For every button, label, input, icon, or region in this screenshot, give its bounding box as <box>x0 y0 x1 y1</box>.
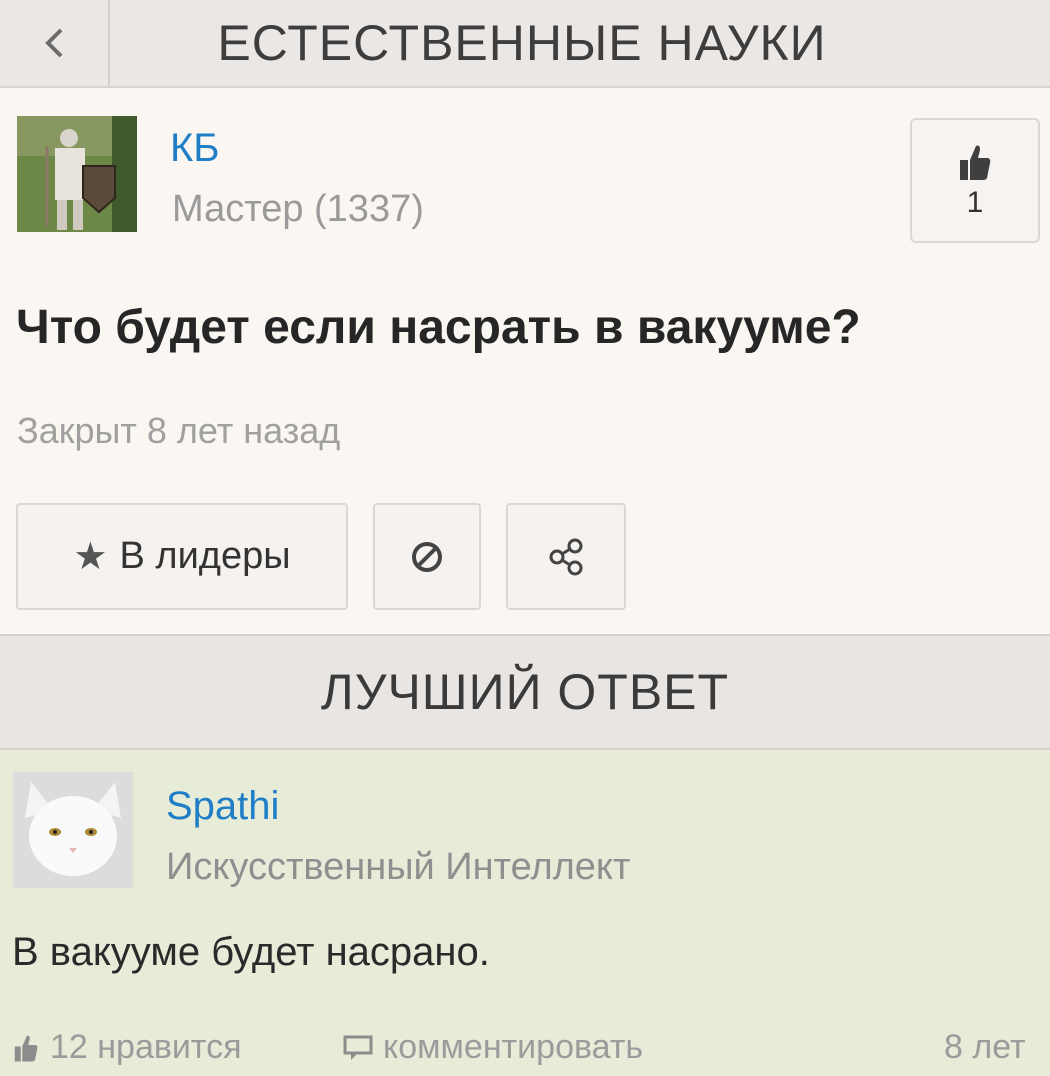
question-like-button[interactable]: 1 <box>910 118 1040 243</box>
cat-avatar-image <box>13 772 133 888</box>
add-to-leaders-button[interactable]: ★ В лидеры <box>16 503 348 610</box>
question-status: Закрыт 8 лет назад <box>17 410 341 451</box>
answer-like-label: 12 нравится <box>50 1028 242 1066</box>
knight-avatar-image <box>17 116 137 232</box>
star-icon: ★ <box>73 536 108 578</box>
answer-time: 8 лет <box>944 1028 1026 1066</box>
category-title: ЕСТЕСТВЕННЫЕ НАУКИ <box>217 15 827 71</box>
answer-like-button[interactable]: 12 нравится <box>12 1028 242 1067</box>
question-author-name[interactable]: КБ <box>170 126 220 171</box>
best-answer-header: ЛУЧШИЙ ОТВЕТ <box>0 634 1050 750</box>
answer-author-rank: Искусственный Интеллект <box>166 846 631 888</box>
comment-label: комментировать <box>383 1028 644 1066</box>
comment-button[interactable]: комментировать <box>343 1028 643 1067</box>
share-icon <box>549 538 583 575</box>
chevron-left-icon <box>45 28 63 58</box>
answer-author-avatar[interactable] <box>13 772 133 888</box>
block-button[interactable] <box>373 503 481 610</box>
answer-text: В вакууме будет насрано. <box>12 930 490 974</box>
thumbs-up-icon <box>14 1035 38 1061</box>
block-icon <box>412 541 442 572</box>
question-author-avatar[interactable] <box>17 116 137 232</box>
answer-author-name[interactable]: Spathi <box>166 784 279 829</box>
question-like-count: 1 <box>966 185 984 219</box>
add-to-leaders-label: В лидеры <box>119 535 291 577</box>
back-button[interactable] <box>0 0 110 86</box>
question-title: Что будет если насрать в вакууме? <box>16 301 861 354</box>
thumbs-up-icon <box>960 145 991 180</box>
comment-icon <box>343 1035 373 1060</box>
question-author-rank: Мастер (1337) <box>172 188 424 230</box>
share-button[interactable] <box>506 503 626 610</box>
